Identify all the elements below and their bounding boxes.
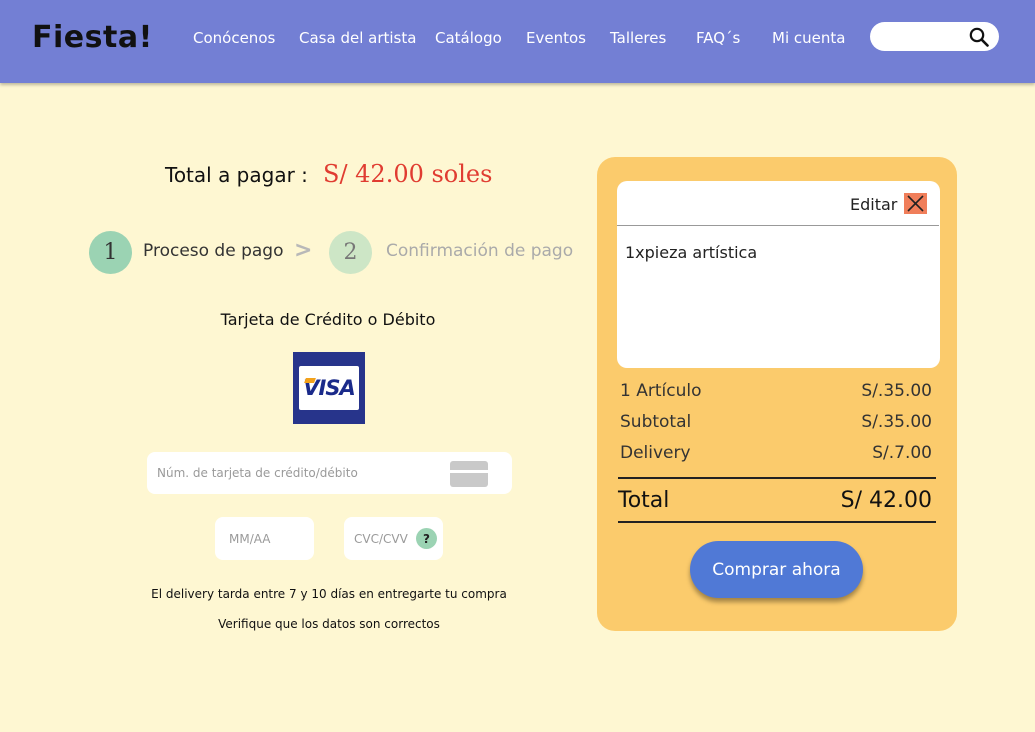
edit-cart-link[interactable]: Editar xyxy=(850,195,897,214)
step-arrow-icon: > xyxy=(294,238,313,263)
summary-row-delivery: Delivery S/.7.00 xyxy=(620,443,932,463)
summary-label: 1 Artículo xyxy=(620,381,702,401)
summary-value: S/.35.00 xyxy=(861,381,932,401)
summary-label: Subtotal xyxy=(620,412,692,432)
close-icon[interactable] xyxy=(904,193,927,214)
cvc-placeholder: CVC/CVV xyxy=(354,531,408,546)
step-2-badge: 2 xyxy=(329,231,372,274)
total-label: Total a pagar : xyxy=(165,163,308,187)
search-input[interactable] xyxy=(870,22,999,51)
summary-total-label: Total xyxy=(618,488,670,513)
summary-total-row: Total S/ 42.00 xyxy=(618,488,932,513)
cvc-field[interactable]: CVC/CVV ? xyxy=(344,517,443,560)
card-number-placeholder: Núm. de tarjeta de crédito/débito xyxy=(157,466,358,480)
summary-total-value: S/ 42.00 xyxy=(840,488,932,513)
nav-mi-cuenta[interactable]: Mi cuenta xyxy=(772,29,845,47)
nav-eventos[interactable]: Eventos xyxy=(526,29,586,47)
verify-note: Verifique que los datos son correctos xyxy=(218,617,440,631)
delivery-note: El delivery tarda entre 7 y 10 días en e… xyxy=(151,587,507,601)
step-1-label: Proceso de pago xyxy=(143,241,284,261)
help-icon[interactable]: ? xyxy=(416,528,437,549)
summary-row-articles: 1 Artículo S/.35.00 xyxy=(620,381,932,401)
nav-casa-del-artista[interactable]: Casa del artista xyxy=(299,29,416,47)
nav-catalogo[interactable]: Catálogo xyxy=(435,29,502,47)
search-icon[interactable] xyxy=(969,27,989,47)
cart-item: 1xpieza artística xyxy=(625,243,758,262)
credit-card-icon xyxy=(450,461,488,487)
nav-conocenos[interactable]: Conócenos xyxy=(193,29,275,47)
payment-method-title: Tarjeta de Crédito o Débito xyxy=(220,310,436,329)
site-logo[interactable]: Fiesta! xyxy=(32,20,153,55)
expiry-field[interactable]: MM/AA xyxy=(215,517,314,560)
summary-value: S/.35.00 xyxy=(861,412,932,432)
cart-divider xyxy=(617,225,939,226)
summary-row-subtotal: Subtotal S/.35.00 xyxy=(620,412,932,432)
summary-label: Delivery xyxy=(620,443,691,463)
nav-talleres[interactable]: Talleres xyxy=(610,29,666,47)
expiry-placeholder: MM/AA xyxy=(229,531,271,546)
total-divider-top xyxy=(618,477,936,479)
top-header: Fiesta! Conócenos Casa del artista Catál… xyxy=(0,0,1035,83)
total-amount: S/ 42.00 soles xyxy=(323,160,493,188)
buy-now-button[interactable]: Comprar ahora xyxy=(690,541,863,598)
total-divider-bottom xyxy=(618,521,936,523)
card-number-field[interactable]: Núm. de tarjeta de crédito/débito xyxy=(147,452,512,494)
nav-faqs[interactable]: FAQ´s xyxy=(696,29,740,47)
visa-logo-text: VISA xyxy=(299,366,359,410)
summary-value: S/.7.00 xyxy=(872,443,932,463)
total-to-pay: Total a pagar : S/ 42.00 soles xyxy=(165,160,492,188)
step-2-label: Confirmación de pago xyxy=(386,241,574,261)
visa-logo[interactable]: VISA xyxy=(293,352,365,424)
step-1-badge: 1 xyxy=(89,231,132,274)
